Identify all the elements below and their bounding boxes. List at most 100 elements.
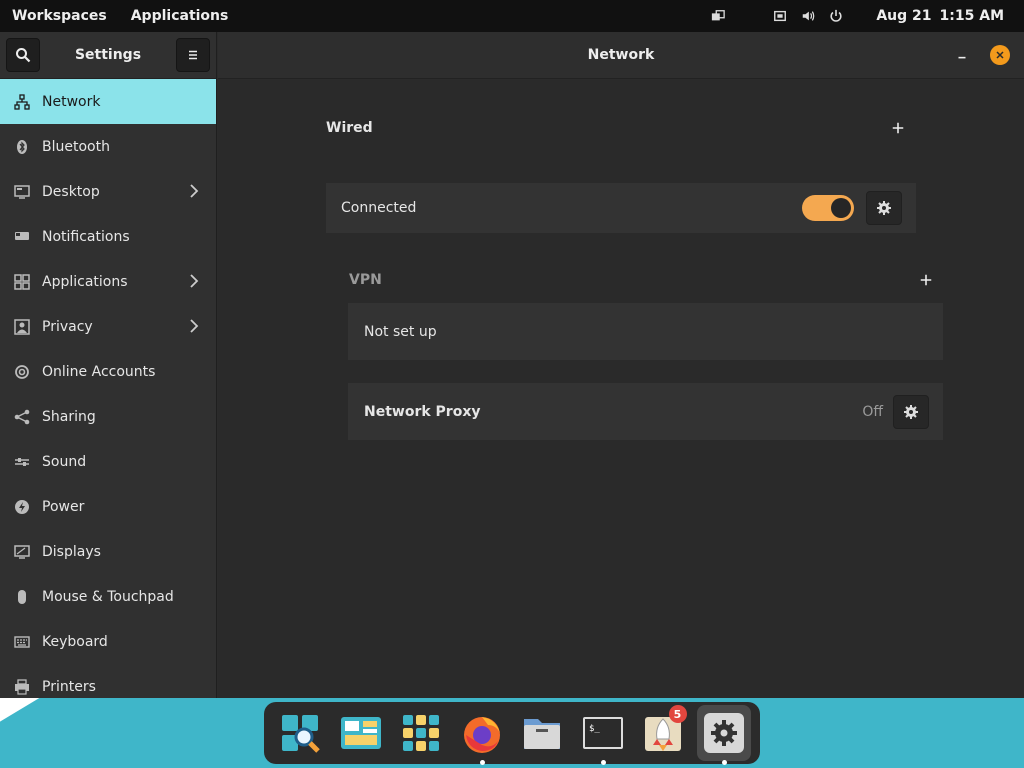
sidebar-item-label: Desktop [42, 183, 100, 200]
power-icon[interactable] [828, 8, 844, 24]
svg-text:$_: $_ [589, 724, 600, 734]
wired-controls [802, 191, 902, 225]
sidebar-item-network[interactable]: Network [0, 79, 216, 124]
privacy-icon [14, 318, 30, 335]
dock: $_ 5 [264, 702, 760, 765]
minimize-button[interactable] [952, 45, 972, 65]
volume-icon[interactable] [800, 8, 816, 24]
dock-app-grid[interactable] [394, 705, 449, 761]
sidebar-item-displays[interactable]: Displays [0, 529, 216, 574]
plus-icon [892, 122, 904, 134]
dock-firefox[interactable] [455, 705, 510, 765]
dock-settings[interactable] [696, 705, 751, 765]
wired-toggle[interactable] [802, 195, 854, 221]
search-button[interactable] [6, 38, 40, 72]
running-indicator [479, 760, 485, 765]
chevron-right-icon [190, 184, 199, 198]
sidebar-item-label: Applications [42, 273, 128, 290]
sharing-icon [14, 409, 30, 425]
dock-terminal[interactable]: $_ [576, 705, 631, 765]
close-button[interactable] [990, 45, 1010, 65]
mouse-icon [14, 589, 30, 605]
dock-search-app[interactable] [273, 705, 328, 761]
displays-icon [14, 544, 30, 560]
wired-heading: Wired [326, 120, 373, 136]
wired-status: Connected [341, 200, 417, 216]
sidebar-item-bluetooth[interactable]: Bluetooth [0, 124, 216, 169]
sidebar-item-sharing[interactable]: Sharing [0, 394, 216, 439]
settings-icon [703, 713, 744, 753]
network-proxy-value: Off [862, 403, 883, 420]
sidebar-item-desktop[interactable]: Desktop [0, 169, 216, 214]
plus-icon [920, 274, 932, 286]
search-app-icon [282, 715, 321, 753]
add-vpn-button[interactable] [918, 272, 934, 288]
sidebar-item-label: Notifications [42, 228, 130, 245]
sidebar-item-power[interactable]: Power [0, 484, 216, 529]
keyboard-icon [14, 634, 30, 650]
menu-button[interactable] [176, 38, 210, 72]
power-icon [14, 499, 30, 515]
workspaces-menu[interactable]: Workspaces [0, 8, 119, 24]
network-proxy-row[interactable]: Network Proxy Off [348, 383, 943, 440]
dock-files[interactable] [515, 705, 570, 761]
sidebar: Settings Network Bluetooth Desktop Notif [0, 32, 217, 698]
chevron-right-icon [190, 319, 199, 333]
workspaces-app-icon [340, 717, 381, 749]
sidebar-item-label: Network [42, 93, 101, 110]
proxy-controls: Off [862, 394, 929, 429]
running-indicator [721, 760, 727, 765]
sidebar-item-label: Bluetooth [42, 138, 110, 155]
online-accounts-icon [14, 364, 30, 380]
vpn-heading: VPN [349, 272, 382, 288]
desktop-icon [14, 184, 30, 200]
vpn-section-header: VPN [349, 270, 934, 290]
sidebar-item-privacy[interactable]: Privacy [0, 304, 216, 349]
sidebar-item-sound[interactable]: Sound [0, 439, 216, 484]
top-bar: Workspaces Applications Aug 21 1:15 AM [0, 0, 1024, 32]
firefox-icon [463, 717, 500, 753]
sidebar-item-applications[interactable]: Applications [0, 259, 216, 304]
multitasking-icon[interactable] [710, 8, 726, 24]
sidebar-item-label: Privacy [42, 318, 93, 335]
terminal-icon: $_ [582, 717, 623, 749]
add-wired-button[interactable] [890, 120, 906, 136]
minimize-icon [958, 56, 966, 59]
wired-section-header: Wired [326, 118, 906, 138]
sidebar-item-keyboard[interactable]: Keyboard [0, 619, 216, 664]
sidebar-item-online-accounts[interactable]: Online Accounts [0, 349, 216, 394]
applications-icon [14, 273, 30, 290]
sidebar-item-label: Power [42, 498, 85, 515]
time-label[interactable]: 1:15 AM [940, 8, 1004, 24]
network-icon[interactable] [772, 8, 788, 24]
close-icon [996, 51, 1004, 59]
toggle-knob [831, 198, 851, 218]
wired-row: Connected [326, 183, 916, 233]
sidebar-item-label: Keyboard [42, 633, 108, 650]
notifications-icon [14, 229, 30, 245]
sidebar-item-notifications[interactable]: Notifications [0, 214, 216, 259]
sidebar-item-label: Sound [42, 453, 87, 470]
network-content: Wired Connected VPN Not set up Network P… [218, 80, 1024, 698]
network-icon [14, 93, 30, 110]
sidebar-item-mouse-touchpad[interactable]: Mouse & Touchpad [0, 574, 216, 619]
running-indicator [600, 760, 606, 765]
sidebar-item-printers[interactable]: Printers [0, 664, 216, 698]
dock-launcher[interactable]: 5 [636, 705, 691, 761]
proxy-settings-button[interactable] [893, 394, 929, 429]
dock-workspaces-app[interactable] [334, 705, 389, 761]
hamburger-icon [189, 50, 197, 60]
date-label[interactable]: Aug 21 [876, 8, 931, 24]
vpn-status: Not set up [364, 323, 437, 340]
sidebar-item-label: Mouse & Touchpad [42, 588, 174, 605]
settings-window: Settings Network Bluetooth Desktop Notif [0, 32, 1024, 698]
app-grid-icon [403, 715, 440, 751]
notification-badge: 5 [668, 705, 687, 723]
sidebar-list: Network Bluetooth Desktop Notifications … [0, 79, 216, 698]
sound-icon [14, 454, 30, 470]
sidebar-item-label: Sharing [42, 408, 96, 425]
printers-icon [14, 678, 30, 695]
wired-settings-button[interactable] [866, 191, 902, 225]
applications-menu[interactable]: Applications [119, 8, 241, 24]
gear-icon [904, 404, 918, 419]
